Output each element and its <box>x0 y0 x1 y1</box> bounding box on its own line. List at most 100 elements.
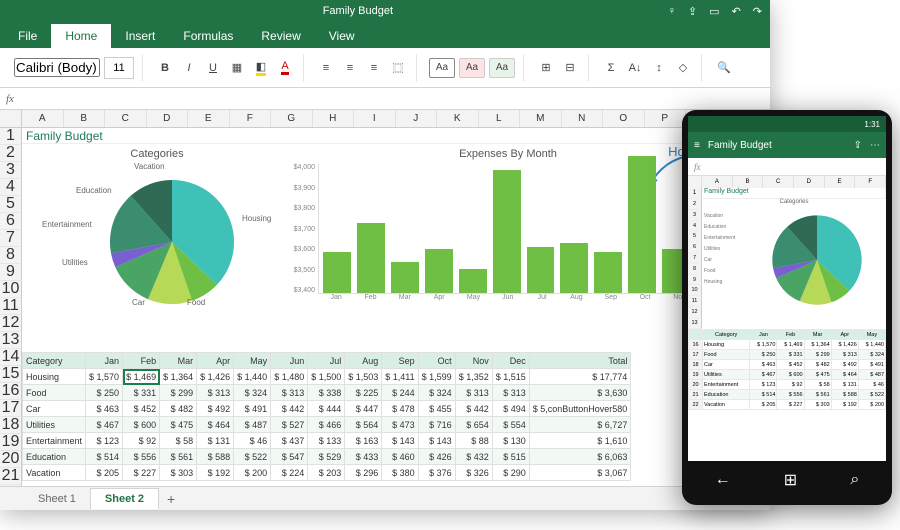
align-center-button[interactable]: ≡ <box>340 58 360 78</box>
column-header-J[interactable]: J <box>396 110 438 127</box>
column-header-C[interactable]: C <box>105 110 147 127</box>
worksheet-area[interactable]: ABCDEFGHIJKLMNOPQR 123456789101112131415… <box>0 110 770 486</box>
row-header-6[interactable]: 6 <box>0 213 22 230</box>
row-header-16[interactable]: 16 <box>0 383 22 400</box>
column-header-P[interactable]: P <box>645 110 687 127</box>
pie-chart[interactable]: Categories Vacation Education En <box>42 148 272 338</box>
row-header-5[interactable]: 5 <box>0 196 22 213</box>
sheet-tab-2[interactable]: Sheet 2 <box>90 488 159 509</box>
clear-button[interactable]: ◇ <box>673 58 693 78</box>
align-right-button[interactable]: ≡ <box>364 58 384 78</box>
row-header-20[interactable]: 20 <box>0 451 22 468</box>
column-header-M[interactable]: M <box>520 110 562 127</box>
add-sheet-button[interactable]: + <box>159 491 183 507</box>
tab-home[interactable]: Home <box>51 24 111 48</box>
phone-search-button[interactable]: ⌕ <box>850 471 859 489</box>
table-header[interactable]: Jul <box>308 353 345 369</box>
row-header-4[interactable]: 4 <box>0 179 22 196</box>
row-header-17[interactable]: 17 <box>0 400 22 417</box>
row-header-18[interactable]: 18 <box>0 417 22 434</box>
column-header-F[interactable]: F <box>230 110 272 127</box>
row-header-13[interactable]: 13 <box>0 332 22 349</box>
cell-style-good[interactable]: Aa <box>489 58 515 78</box>
tell-me-icon[interactable]: ♀ <box>668 5 676 18</box>
sort-desc-button[interactable]: ↕ <box>649 58 669 78</box>
font-size-input[interactable] <box>104 57 134 79</box>
table-header[interactable]: May <box>234 353 271 369</box>
table-header[interactable]: Dec <box>492 353 529 369</box>
table-header[interactable]: Category <box>23 353 86 369</box>
phone-more-icon[interactable]: ⋯ <box>870 140 880 151</box>
font-name-select[interactable] <box>14 58 100 77</box>
table-row[interactable]: Entertainment$ 123$ 92$ 58$ 131$ 46$ 437… <box>23 433 631 449</box>
budget-table[interactable]: CategoryJanFebMarAprMayJunJulAugSepOctNo… <box>22 352 631 481</box>
tab-insert[interactable]: Insert <box>111 24 169 48</box>
row-header-15[interactable]: 15 <box>0 366 22 383</box>
row-header-14[interactable]: 14 <box>0 349 22 366</box>
underline-button[interactable]: U <box>203 58 223 78</box>
table-header[interactable]: Apr <box>197 353 234 369</box>
bar-chart[interactable]: Expenses By Month Holidays $4,000$3,900$… <box>288 148 728 338</box>
phone-home-button[interactable]: ⊞ <box>784 470 797 490</box>
table-header[interactable]: Jan <box>86 353 123 369</box>
phone-formula-bar[interactable]: fx <box>688 158 886 176</box>
row-header-21[interactable]: 21 <box>0 468 22 485</box>
row-header-12[interactable]: 12 <box>0 315 22 332</box>
column-header-I[interactable]: I <box>354 110 396 127</box>
border-button[interactable]: ▦ <box>227 58 247 78</box>
title-cell[interactable]: Family Budget <box>22 128 770 144</box>
cell-style-bad[interactable]: Aa <box>459 58 485 78</box>
align-left-button[interactable]: ≡ <box>316 58 336 78</box>
phone-share-icon[interactable]: ⇪ <box>854 140 862 151</box>
table-header[interactable]: Nov <box>455 353 492 369</box>
sheet-canvas[interactable]: 12345678910111213141516171819202122 Fami… <box>0 128 770 486</box>
row-header-9[interactable]: 9 <box>0 264 22 281</box>
table-row[interactable]: Car$ 463$ 452$ 482$ 492$ 491$ 442$ 444$ … <box>23 401 631 417</box>
column-header-D[interactable]: D <box>147 110 189 127</box>
row-header-10[interactable]: 10 <box>0 281 22 298</box>
row-header-11[interactable]: 11 <box>0 298 22 315</box>
phone-sheet[interactable]: ABCDEF 1Family Budget 2345678910111213 C… <box>688 176 886 410</box>
table-header[interactable]: Total <box>529 353 631 369</box>
book-icon[interactable]: ▭ <box>709 5 719 18</box>
column-header-K[interactable]: K <box>437 110 479 127</box>
tab-review[interactable]: Review <box>247 24 314 48</box>
phone-back-button[interactable]: ← <box>715 471 731 489</box>
table-row[interactable]: Food$ 250$ 331$ 299$ 313$ 324$ 313$ 338$… <box>23 385 631 401</box>
insert-cells-button[interactable]: ⊞ <box>536 58 556 78</box>
redo-icon[interactable]: ↷ <box>753 5 762 18</box>
table-row[interactable]: Education$ 514$ 556$ 561$ 588$ 522$ 547$… <box>23 449 631 465</box>
column-header-H[interactable]: H <box>313 110 355 127</box>
table-header[interactable]: Jun <box>271 353 308 369</box>
select-all-corner[interactable] <box>0 110 22 127</box>
share-icon[interactable]: ⇪ <box>688 5 697 18</box>
table-header[interactable]: Oct <box>418 353 455 369</box>
tab-file[interactable]: File <box>4 24 51 48</box>
table-row[interactable]: Housing$ 1,570$ 1,469$ 1,364$ 1,426$ 1,4… <box>23 369 631 385</box>
row-header-3[interactable]: 3 <box>0 162 22 179</box>
tab-formulas[interactable]: Formulas <box>169 24 247 48</box>
row-header-1[interactable]: 1 <box>0 128 22 145</box>
row-header-7[interactable]: 7 <box>0 230 22 247</box>
cell-style-normal[interactable]: Aa <box>429 58 455 78</box>
row-header-2[interactable]: 2 <box>0 145 22 162</box>
column-header-O[interactable]: O <box>603 110 645 127</box>
table-header[interactable]: Sep <box>382 353 418 369</box>
row-header-19[interactable]: 19 <box>0 434 22 451</box>
merge-button[interactable]: ⿴ <box>388 58 408 78</box>
italic-button[interactable]: I <box>179 58 199 78</box>
fill-color-button[interactable]: ◧ <box>251 58 271 78</box>
column-header-L[interactable]: L <box>479 110 521 127</box>
formula-input[interactable] <box>20 90 764 108</box>
column-header-A[interactable]: A <box>22 110 64 127</box>
find-button[interactable]: 🔍 <box>714 58 734 78</box>
column-header-E[interactable]: E <box>188 110 230 127</box>
bold-button[interactable]: B <box>155 58 175 78</box>
table-header[interactable]: Mar <box>160 353 197 369</box>
font-color-button[interactable]: A <box>275 58 295 78</box>
data-table-region[interactable]: CategoryJanFebMarAprMayJunJulAugSepOctNo… <box>22 352 770 481</box>
autosum-button[interactable]: Σ <box>601 58 621 78</box>
phone-title-cell[interactable]: Family Budget <box>702 188 886 199</box>
sheet-tab-1[interactable]: Sheet 1 <box>24 489 90 509</box>
sort-asc-button[interactable]: A↓ <box>625 58 645 78</box>
